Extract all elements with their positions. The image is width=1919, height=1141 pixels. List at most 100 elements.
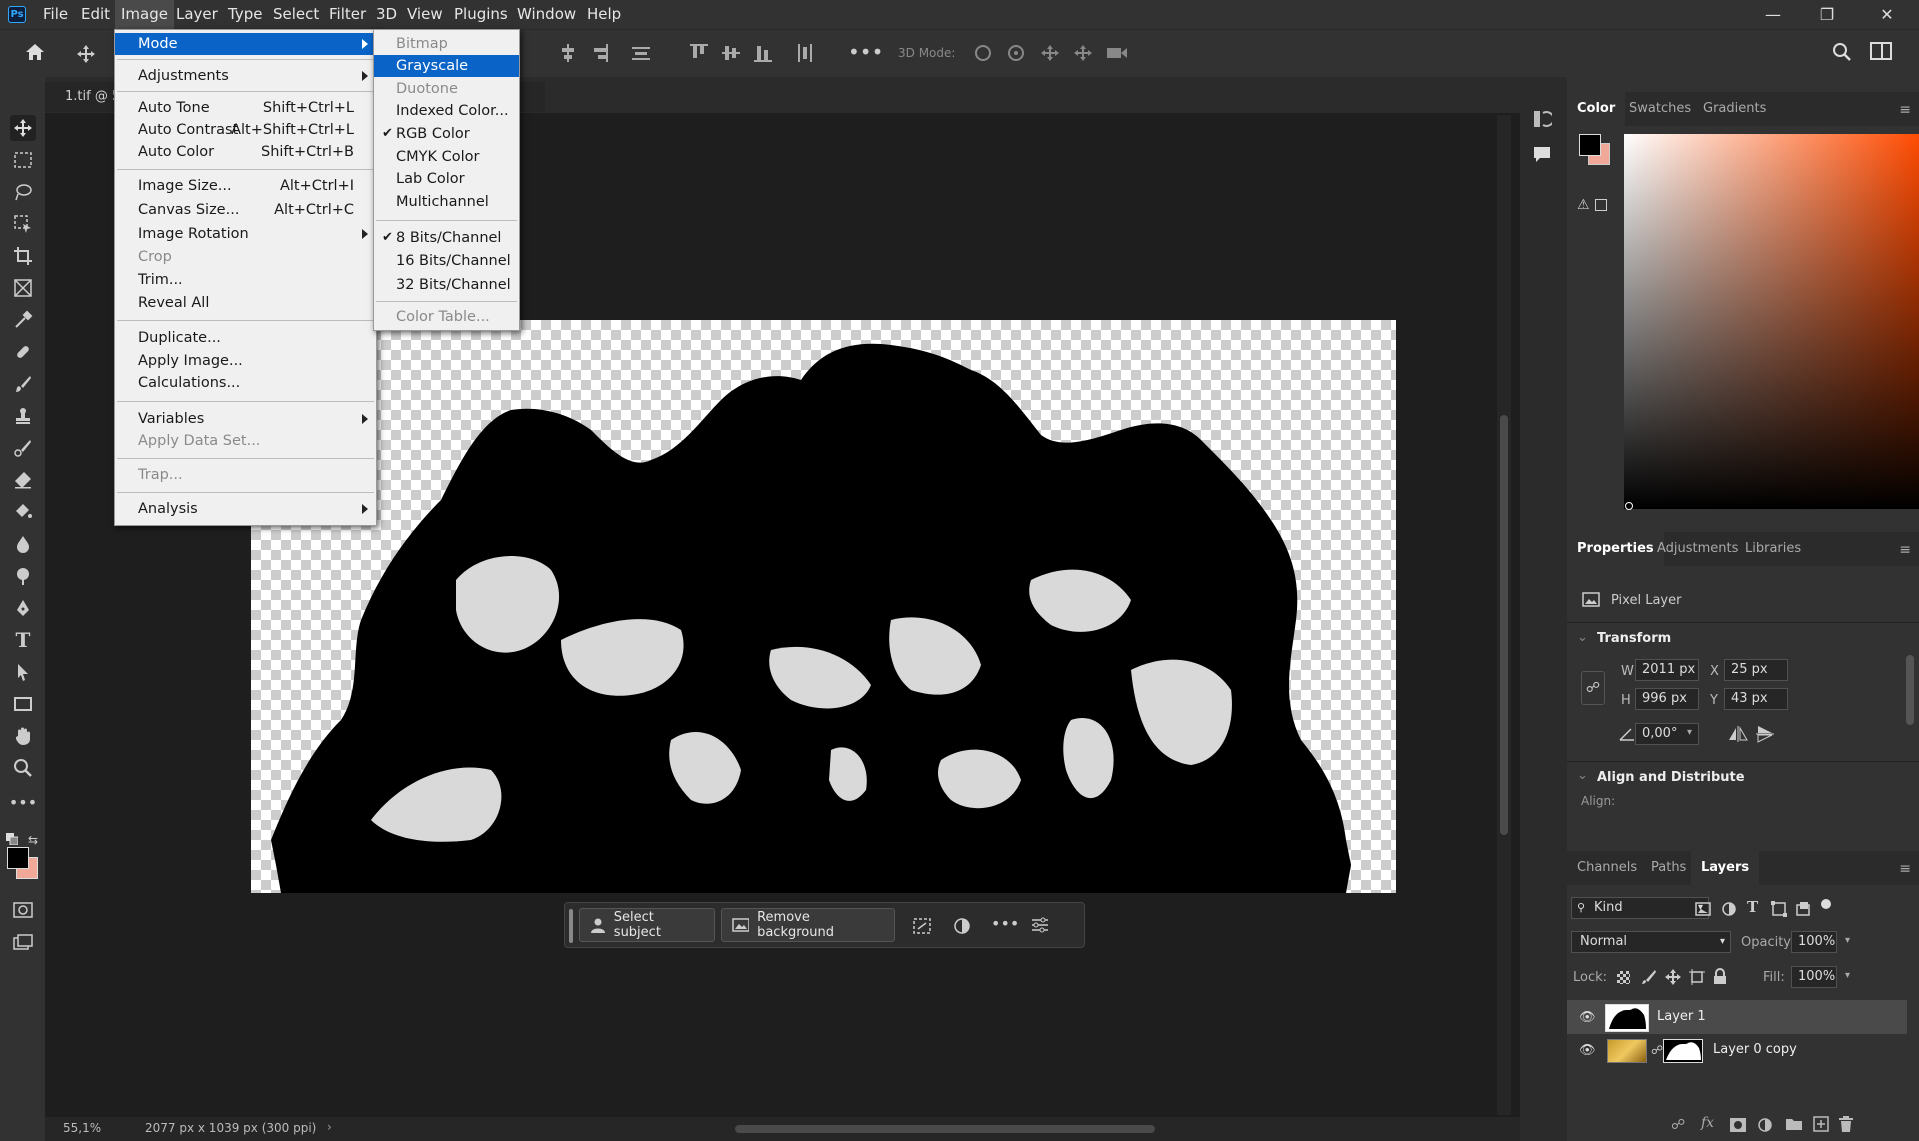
status-chevron-icon[interactable]: › — [327, 1120, 332, 1134]
menu-item-duplicate[interactable]: Duplicate... — [115, 327, 376, 349]
comments-icon[interactable] — [1532, 145, 1552, 163]
adjustment-icon[interactable] — [953, 917, 971, 935]
add-mask-icon[interactable] — [1730, 1118, 1746, 1132]
layer-row[interactable]: 👁 Layer 1 — [1567, 1000, 1907, 1034]
vertical-scroll-thumb[interactable] — [1500, 415, 1508, 835]
layer-name[interactable]: Layer 0 copy — [1713, 1042, 1797, 1057]
transform-selection-icon[interactable] — [912, 917, 932, 935]
menu-3d[interactable]: 3D — [370, 0, 403, 29]
search-icon[interactable] — [1832, 42, 1852, 62]
menu-item-image-rotation[interactable]: Image Rotation — [115, 223, 376, 245]
width-input[interactable]: 2011 px — [1635, 659, 1699, 681]
menu-item-lab-color[interactable]: Lab Color — [374, 168, 519, 190]
tab-gradients[interactable]: Gradients — [1693, 92, 1776, 126]
zoom-level[interactable]: 55,1% — [63, 1121, 101, 1135]
layer-row[interactable]: 👁 ☍ Layer 0 copy — [1567, 1033, 1907, 1067]
layer-mask-thumbnail[interactable] — [1663, 1039, 1703, 1063]
type-tool-icon[interactable]: T — [10, 627, 36, 653]
menu-item-auto-tone[interactable]: Auto Tone Shift+Ctrl+L — [115, 97, 376, 119]
menu-item-trim[interactable]: Trim... — [115, 269, 376, 291]
screen-mode-icon[interactable] — [10, 929, 36, 955]
crop-tool-icon[interactable] — [10, 243, 36, 269]
swap-colors-icon[interactable]: ⇆ — [28, 833, 38, 847]
filter-adjustment-icon[interactable] — [1721, 901, 1737, 917]
canvas[interactable] — [251, 320, 1396, 893]
minimize-icon[interactable]: — — [1746, 0, 1800, 29]
align-bottom-icon[interactable] — [754, 44, 772, 62]
panel-menu-icon[interactable]: ≡ — [1899, 102, 1911, 118]
blur-tool-icon[interactable] — [10, 531, 36, 557]
menu-item-mode[interactable]: Mode — [115, 33, 376, 55]
drag-handle[interactable] — [569, 909, 573, 943]
marquee-tool-icon[interactable] — [10, 147, 36, 173]
filter-pixel-icon[interactable] — [1695, 902, 1711, 916]
menu-item-cmyk-color[interactable]: CMYK Color — [374, 146, 519, 168]
blend-mode-select[interactable]: Normal ▾ — [1571, 931, 1731, 953]
more-options-icon[interactable]: ••• — [991, 914, 1019, 933]
menu-item-32-bits[interactable]: 32 Bits/Channel — [374, 274, 519, 296]
tab-swatches[interactable]: Swatches — [1619, 92, 1701, 126]
menu-item-16-bits[interactable]: 16 Bits/Channel — [374, 250, 519, 272]
link-icon[interactable]: ☍ — [1581, 671, 1605, 705]
menu-item-calculations[interactable]: Calculations... — [115, 372, 376, 394]
trash-icon[interactable] — [1839, 1116, 1853, 1132]
move-tool-icon[interactable] — [10, 115, 36, 141]
color-fg-swatch[interactable] — [1579, 134, 1601, 156]
tab-layers[interactable]: Layers — [1691, 851, 1760, 885]
align-middle-icon[interactable] — [722, 44, 740, 62]
menu-filter[interactable]: Filter — [323, 0, 372, 29]
align-chevron-icon[interactable]: ⌄ — [1577, 768, 1588, 783]
fill-dropdown-icon[interactable]: ▾ — [1845, 970, 1850, 981]
horizontal-scrollbar[interactable] — [350, 1123, 1510, 1135]
menu-type[interactable]: Type — [222, 0, 268, 29]
properties-scrollbar[interactable] — [1905, 637, 1915, 797]
remove-background-button[interactable]: Remove background — [721, 908, 895, 942]
web-safe-icon[interactable] — [1595, 199, 1607, 211]
opacity-dropdown-icon[interactable]: ▾ — [1845, 935, 1850, 946]
select-subject-button[interactable]: Select subject — [579, 908, 715, 942]
flip-horizontal-icon[interactable] — [1728, 726, 1748, 742]
menu-view[interactable]: View — [401, 0, 449, 29]
3d-pan-icon[interactable] — [1040, 44, 1060, 62]
history-brush-tool-icon[interactable] — [10, 435, 36, 461]
clone-stamp-tool-icon[interactable] — [10, 403, 36, 429]
menu-plugins[interactable]: Plugins — [448, 0, 514, 29]
menu-item-indexed-color[interactable]: Indexed Color... — [374, 100, 519, 122]
menu-edit[interactable]: Edit — [75, 0, 116, 29]
path-selection-tool-icon[interactable] — [10, 659, 36, 685]
brush-tool-icon[interactable] — [10, 371, 36, 397]
eye-icon[interactable]: 👁 — [1579, 1010, 1596, 1025]
properties-scroll-thumb[interactable] — [1906, 655, 1914, 725]
align-section-title[interactable]: Align and Distribute — [1597, 770, 1745, 785]
transform-section-title[interactable]: Transform — [1597, 631, 1671, 646]
new-adjustment-layer-icon[interactable] — [1757, 1117, 1773, 1133]
lasso-tool-icon[interactable] — [10, 179, 36, 205]
fx-icon[interactable]: fx — [1701, 1115, 1714, 1131]
filter-shape-icon[interactable] — [1771, 901, 1787, 917]
settings-sliders-icon[interactable] — [1031, 917, 1049, 933]
new-group-icon[interactable] — [1785, 1117, 1803, 1131]
foreground-color-swatch[interactable] — [7, 847, 29, 869]
menu-file[interactable]: File — [37, 0, 74, 29]
lock-all-icon[interactable] — [1713, 968, 1727, 985]
3d-roll-icon[interactable] — [1006, 44, 1026, 62]
object-selection-tool-icon[interactable] — [10, 211, 36, 237]
align-top-icon[interactable] — [690, 44, 708, 62]
menu-item-auto-color[interactable]: Auto Color Shift+Ctrl+B — [115, 141, 376, 163]
flip-vertical-icon[interactable] — [1756, 725, 1774, 743]
distribute-icon[interactable] — [632, 44, 650, 62]
menu-item-adjustments[interactable]: Adjustments — [115, 65, 376, 87]
zoom-tool-icon[interactable] — [10, 755, 36, 781]
tab-libraries[interactable]: Libraries — [1735, 532, 1811, 566]
pen-tool-icon[interactable] — [10, 595, 36, 621]
tab-channels[interactable]: Channels — [1567, 851, 1647, 885]
filter-toggle-icon[interactable] — [1821, 899, 1831, 909]
rectangle-tool-icon[interactable] — [10, 691, 36, 717]
menu-item-rgb-color[interactable]: ✔ RGB Color — [374, 123, 519, 145]
hand-tool-icon[interactable] — [10, 723, 36, 749]
menu-item-8-bits[interactable]: ✔ 8 Bits/Channel — [374, 227, 519, 249]
opacity-input[interactable]: 100% — [1791, 931, 1837, 953]
tab-paths[interactable]: Paths — [1641, 851, 1696, 885]
default-colors-icon[interactable] — [6, 833, 18, 845]
eraser-tool-icon[interactable] — [10, 467, 36, 493]
